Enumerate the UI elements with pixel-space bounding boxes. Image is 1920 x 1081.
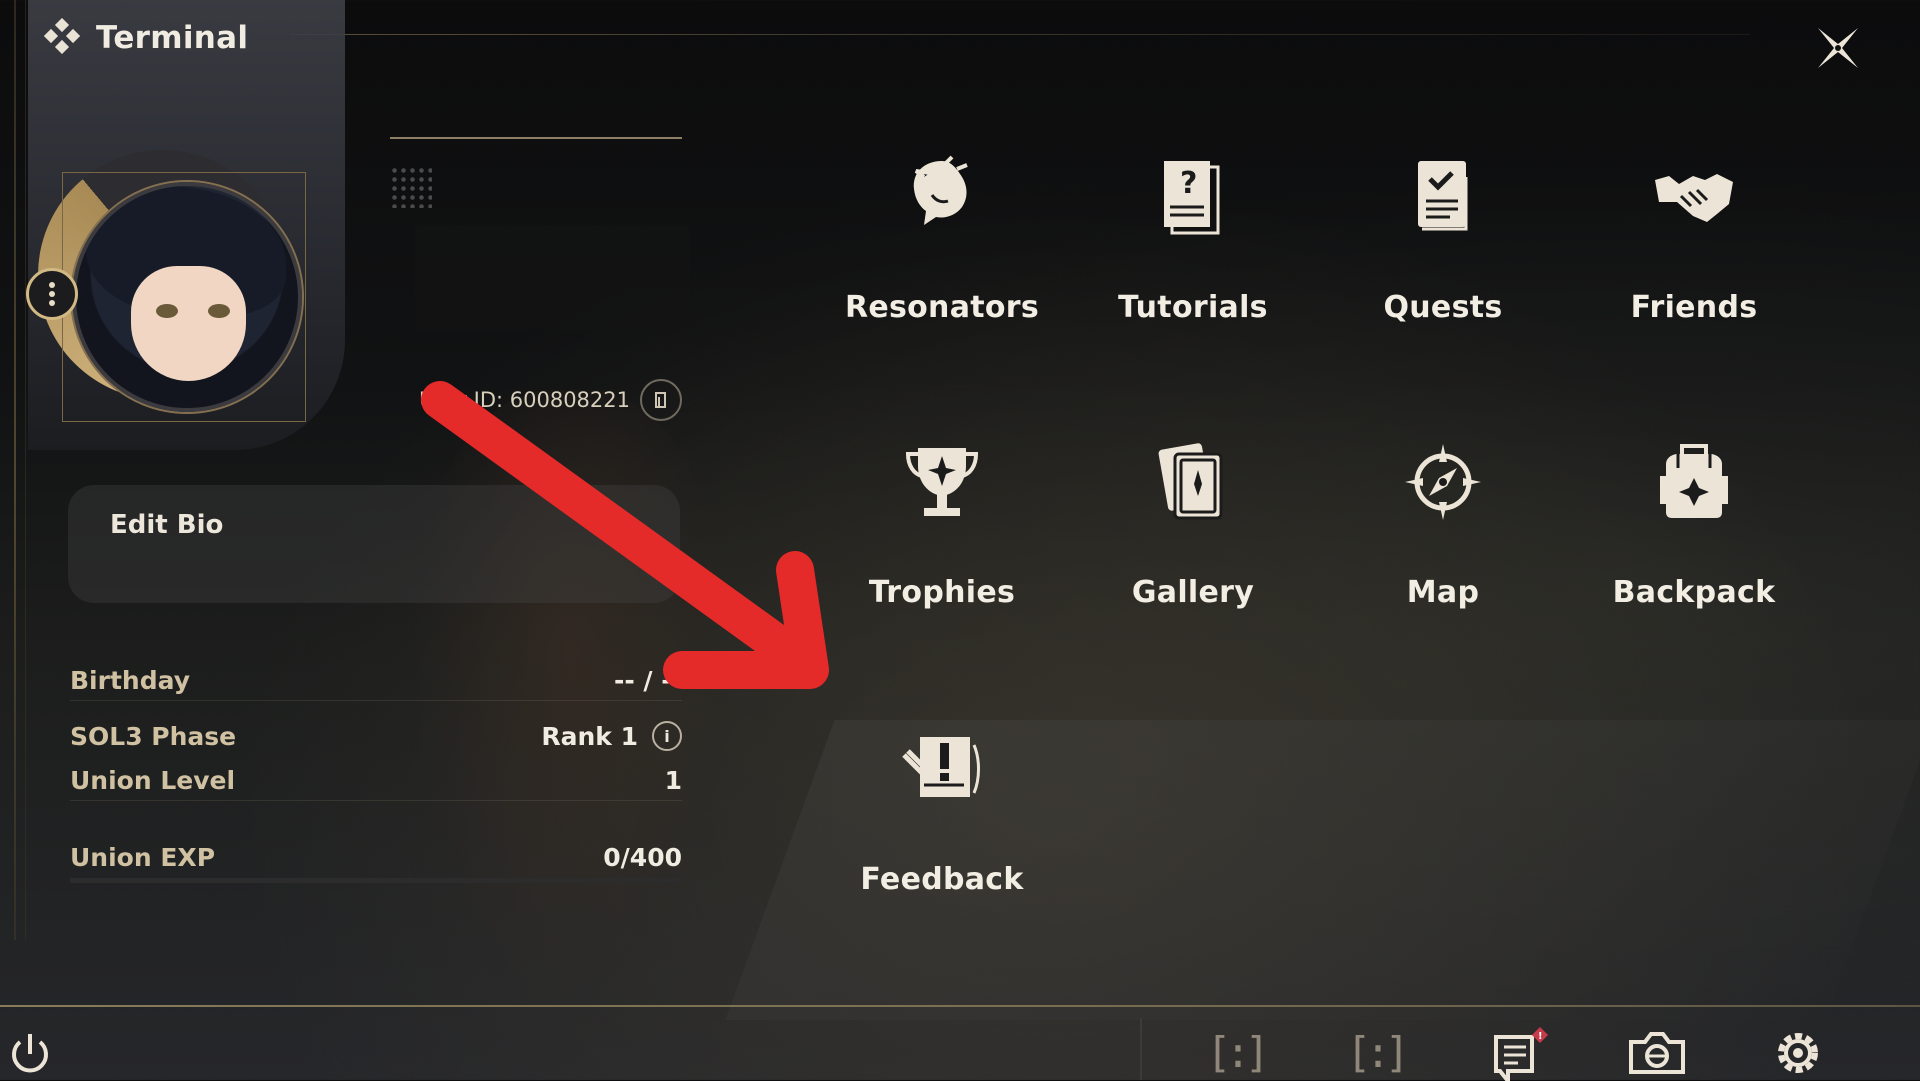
stat-value: Rank 1 <box>541 721 638 751</box>
avatar-eye-left <box>156 304 178 318</box>
trophy-icon <box>897 437 987 527</box>
signature-box <box>415 225 690 330</box>
power-button[interactable] <box>0 1025 60 1080</box>
menu-label: Tutorials <box>1118 290 1268 325</box>
announcement-badge: ! <box>1538 1031 1543 1042</box>
left-frame-line <box>14 0 16 940</box>
terminal-screen: Terminal User ID: 600808221 Edit Bio Bir… <box>0 0 1920 1081</box>
announcement-button[interactable]: ! <box>1490 1025 1550 1081</box>
stat-union-level: Union Level 1 <box>70 760 682 801</box>
bracket-slot-1[interactable]: [:] <box>1205 1025 1270 1080</box>
bottom-bar-divider <box>0 1005 1920 1007</box>
stat-value: 1 <box>664 765 682 795</box>
gallery-card-icon <box>1148 437 1238 527</box>
menu-tile-quests[interactable]: Quests <box>1318 128 1568 368</box>
bracket-slot-icon: [:] <box>1206 1028 1270 1077</box>
bottom-bar-separator <box>1140 1018 1142 1080</box>
tutorial-book-icon: ? <box>1148 152 1238 242</box>
menu-tile-backpack[interactable]: Backpack <box>1569 413 1819 653</box>
menu-label: Quests <box>1383 290 1503 325</box>
menu-tile-map[interactable]: Map <box>1318 413 1568 653</box>
menu-tile-feedback[interactable]: Feedback <box>817 700 1067 940</box>
compass-icon <box>1398 437 1488 527</box>
red-arrow-annotation <box>421 381 829 689</box>
menu-label: Gallery <box>1131 575 1255 610</box>
stat-value: 0/400 <box>603 842 682 872</box>
name-underline <box>390 137 682 139</box>
settings-button[interactable] <box>1768 1025 1828 1080</box>
menu-tile-gallery[interactable]: Gallery <box>1068 413 1318 653</box>
svg-text:?: ? <box>1180 166 1197 201</box>
camera-button[interactable] <box>1627 1025 1687 1080</box>
settings-gear-icon <box>1778 1032 1818 1073</box>
announcement-icon: ! <box>1494 1026 1548 1081</box>
menu-label: Trophies <box>868 575 1016 610</box>
stat-sol3-phase: SOL3 Phase Rank 1 i <box>70 716 682 756</box>
bracket-slot-2[interactable]: [:] <box>1345 1025 1410 1080</box>
stat-value-wrap: Rank 1 i <box>541 721 682 751</box>
menu-label: Resonators <box>844 290 1040 325</box>
camera-icon <box>1629 1031 1685 1074</box>
menu-tile-tutorials[interactable]: ? Tutorials <box>1068 128 1318 368</box>
profile-options-button[interactable] <box>26 268 78 320</box>
header-divider <box>290 34 1750 35</box>
quest-checklist-icon <box>1398 152 1488 242</box>
close-icon <box>1818 28 1858 68</box>
edit-bio-label: Edit Bio <box>110 510 224 540</box>
backpack-icon <box>1649 437 1739 527</box>
feedback-icon <box>897 724 987 814</box>
handshake-icon <box>1649 152 1739 242</box>
stat-label: Union Level <box>70 765 236 795</box>
stat-union-exp: Union EXP 0/400 <box>70 837 682 877</box>
menu-label: Map <box>1406 575 1480 610</box>
avatar[interactable] <box>72 182 302 412</box>
terminal-diamond-icon <box>43 17 81 58</box>
vertical-dots-icon <box>49 282 55 306</box>
resonator-head-icon <box>897 152 987 242</box>
stat-label: Birthday <box>70 665 190 695</box>
info-icon[interactable]: i <box>652 721 682 751</box>
header: Terminal <box>43 17 249 58</box>
menu-label: Feedback <box>860 862 1024 897</box>
dot-grid-decoration <box>390 166 432 208</box>
stat-label: SOL3 Phase <box>70 721 237 751</box>
menu-label: Friends <box>1630 290 1758 325</box>
union-exp-bar <box>70 878 682 883</box>
bracket-slot-icon: [:] <box>1346 1028 1410 1077</box>
page-title: Terminal <box>96 20 249 56</box>
left-frame-line-inner <box>25 0 26 940</box>
menu-tile-friends[interactable]: Friends <box>1569 128 1819 368</box>
avatar-eye-right <box>208 304 230 318</box>
stat-label: Union EXP <box>70 842 216 872</box>
close-button[interactable] <box>1810 20 1866 76</box>
menu-label: Backpack <box>1612 575 1776 610</box>
menu-tile-resonators[interactable]: Resonators <box>817 128 1067 368</box>
avatar-face <box>131 266 246 381</box>
power-icon <box>12 1033 48 1072</box>
